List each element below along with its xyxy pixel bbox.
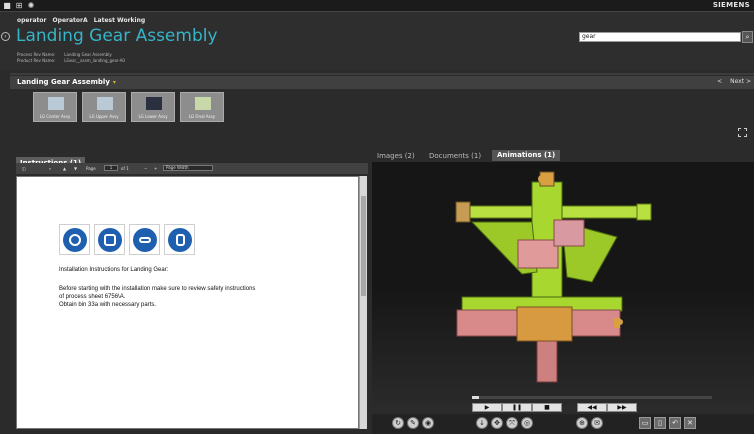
menu-icon[interactable]: ■	[3, 2, 11, 10]
zoom-in-icon[interactable]: +	[154, 166, 157, 171]
pdf-toolbar: ◫ ⌕ ▲ ▼ Page 1 of 1 − + Page Width	[16, 163, 368, 174]
chevron-down-icon[interactable]: ▾	[113, 79, 116, 86]
thumbnail-lg-upper-assy[interactable]: LG Upper Assy	[82, 92, 126, 122]
stop-button[interactable]: ■	[532, 403, 562, 412]
animation-viewer[interactable]	[372, 162, 754, 407]
search-input[interactable]: gear	[579, 32, 741, 42]
thumbnail-image	[195, 97, 211, 110]
process-rev-value: Landing Gear Assembly	[64, 52, 112, 57]
thumbnail-caption: LG Center Assy	[39, 114, 71, 119]
instruction-heading: Installation Instructions for Landing Ge…	[59, 267, 169, 273]
page-label: Page	[86, 166, 96, 171]
landing-gear-model	[455, 171, 652, 383]
thumbnail-caption: LG Lower Assy	[138, 114, 168, 119]
zoom-select[interactable]: Page Width	[163, 165, 213, 171]
view-front-icon[interactable]: ▭	[639, 417, 651, 429]
instruction-line: Before starting with the installation ma…	[59, 286, 256, 292]
progress-fill	[472, 396, 480, 399]
page-down-icon[interactable]: ▼	[74, 166, 77, 171]
zoom-out-icon[interactable]: −	[144, 166, 147, 171]
assembly-label: Landing Gear Assembly	[17, 78, 110, 86]
tab-images[interactable]: Images (2)	[377, 152, 415, 160]
thumbnail-caption: LG Upper Assy	[89, 114, 119, 119]
breadcrumb-user[interactable]: operator	[17, 17, 46, 24]
top-bar: ■ ⊞ ✺ SIEMENS	[0, 0, 754, 12]
instruction-line: Obtain bin 33a with necessary parts.	[59, 302, 157, 308]
eye-icon[interactable]: ◉	[422, 417, 434, 429]
safety-gloves-icon	[164, 224, 195, 255]
product-rev-line: Product Rev Name: LGear__assm_landing_ge…	[17, 58, 125, 63]
thumbnail-image	[97, 97, 113, 110]
download-icon[interactable]: ↓	[476, 417, 488, 429]
target-icon[interactable]: ◎	[521, 417, 533, 429]
thumbnail-image	[48, 97, 64, 110]
scrollbar-thumb[interactable]	[361, 196, 366, 296]
thumbnail-lg-final-assy[interactable]: LG Final Assy	[180, 92, 224, 122]
assembly-nav: < Next >	[711, 78, 751, 85]
page-count: of 1	[121, 166, 129, 171]
process-rev-line: Process Rev Name: Landing Gear Assembly	[17, 52, 112, 57]
protective-clothing-icon	[94, 224, 125, 255]
instruction-document: Installation Instructions for Landing Ge…	[16, 176, 359, 429]
sidebar-toggle-icon[interactable]: ◫	[22, 166, 26, 171]
tab-documents[interactable]: Documents (1)	[429, 152, 481, 160]
thumbnail-image	[146, 97, 162, 110]
page-up-icon[interactable]: ▲	[63, 166, 66, 171]
media-tabs: Images (2) Documents (1) Animations (1)	[372, 150, 754, 161]
pan-icon[interactable]: ✥	[491, 417, 503, 429]
product-rev-label: Product Rev Name:	[17, 58, 56, 63]
undo-icon[interactable]: ↶	[669, 417, 681, 429]
assembly-selector[interactable]: Landing Gear Assembly ▾	[17, 78, 116, 86]
thumbnail-caption: LG Final Assy	[188, 114, 216, 119]
thumbnail-lg-lower-assy[interactable]: LG Lower Assy	[131, 92, 175, 122]
viewer-toolbar: ↻ ✎ ◉ ↓ ✥ ⤧ ◎ ⊕ ✉ ▭ ▯ ↶ ✕	[372, 414, 754, 434]
page-header: ‹ operator OperatorA Latest Working Land…	[0, 12, 754, 70]
view-side-icon[interactable]: ▯	[654, 417, 666, 429]
find-icon[interactable]: ⌕	[49, 166, 51, 171]
thumbnail-lg-center-assy[interactable]: LG Center Assy	[33, 92, 77, 122]
play-button[interactable]: ▶	[472, 403, 502, 412]
next-button[interactable]: Next >	[730, 78, 751, 85]
assembly-bar: Landing Gear Assembly ▾ < Next >	[10, 76, 754, 89]
breadcrumb-role[interactable]: OperatorA	[53, 17, 88, 24]
page-title: Landing Gear Assembly	[16, 26, 218, 46]
pen-icon[interactable]: ✎	[407, 417, 419, 429]
zoom-icon[interactable]: ⤧	[506, 417, 518, 429]
close-icon[interactable]: ✕	[684, 417, 696, 429]
brand-logo: SIEMENS	[712, 1, 750, 9]
search-icon[interactable]: ⌕	[742, 31, 753, 43]
safety-glasses-icon	[129, 224, 160, 255]
ear-protection-icon	[59, 224, 90, 255]
rotate-icon[interactable]: ↻	[392, 417, 404, 429]
instruction-line: of process sheet 6756\A.	[59, 294, 126, 300]
rewind-button[interactable]: ◀◀	[577, 403, 607, 412]
animation-player: ▶ ❚❚ ■ ◀◀ ▶▶	[372, 396, 754, 416]
mail-icon[interactable]: ✉	[591, 417, 603, 429]
pause-button[interactable]: ❚❚	[502, 403, 532, 412]
breadcrumb-status[interactable]: Latest Working	[94, 17, 145, 24]
animation-progress[interactable]	[472, 396, 712, 399]
tab-animations[interactable]: Animations (1)	[492, 150, 561, 161]
product-rev-value: LGear__assm_landing_gear-A0	[64, 58, 125, 63]
fullscreen-icon[interactable]	[738, 128, 747, 137]
prev-button[interactable]: <	[717, 78, 722, 85]
process-rev-label: Process Rev Name:	[17, 52, 56, 57]
fast-forward-button[interactable]: ▶▶	[607, 403, 637, 412]
breadcrumb: operator OperatorA Latest Working	[17, 17, 149, 24]
divider	[10, 73, 754, 75]
document-scrollbar[interactable]	[359, 176, 367, 429]
back-arrow-icon[interactable]: ‹	[1, 32, 10, 41]
settings-icon[interactable]: ✺	[27, 2, 35, 10]
page-number-input[interactable]: 1	[104, 165, 118, 171]
home-icon[interactable]: ⊞	[15, 2, 23, 10]
fit-icon[interactable]: ⊕	[576, 417, 588, 429]
